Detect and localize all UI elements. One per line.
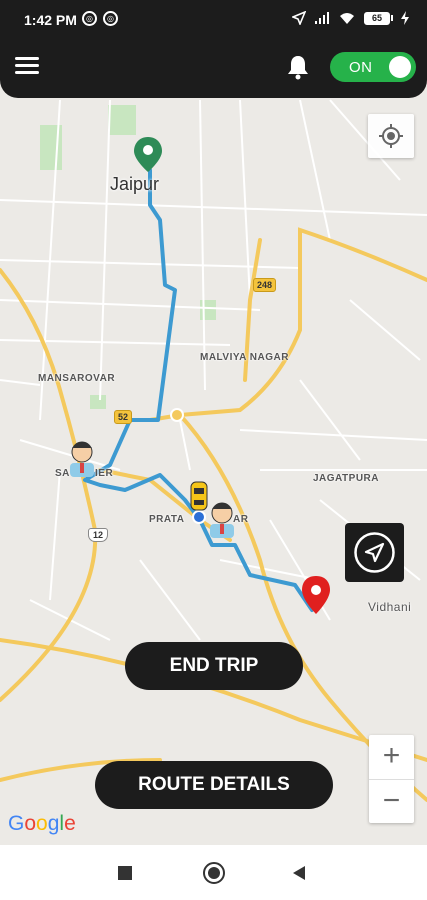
area-label: AR xyxy=(233,514,249,525)
location-arrow-icon xyxy=(292,11,306,25)
toggle-knob xyxy=(389,56,411,78)
road-shield: 12 xyxy=(88,528,109,542)
status-indicators: 65 xyxy=(292,11,409,25)
road-shield: 52 xyxy=(114,410,133,424)
battery-icon: 65 xyxy=(364,11,393,25)
road-shield: 248 xyxy=(253,278,277,292)
map-canvas xyxy=(0,0,427,845)
my-location-button[interactable] xyxy=(368,114,414,158)
navigate-button[interactable] xyxy=(345,523,404,582)
area-label: MALVIYA NAGAR xyxy=(200,352,289,363)
google-logo: Google xyxy=(8,812,76,835)
area-label: SA xyxy=(55,468,70,479)
recent-apps-button[interactable] xyxy=(118,866,132,880)
notification-icons: ◎ ◎ xyxy=(82,11,118,26)
system-nav-bar xyxy=(0,845,427,900)
zoom-out-button[interactable]: − xyxy=(369,779,414,823)
area-label: MANSAROVAR xyxy=(38,373,116,384)
end-trip-button[interactable]: END TRIP xyxy=(125,642,303,690)
area-label: IER xyxy=(95,468,114,479)
signal-icon xyxy=(315,12,329,24)
battery-level: 65 xyxy=(364,11,390,25)
app-header: 1:42 PM ◎ ◎ 65 ON xyxy=(0,0,427,98)
app-notification-icon: ◎ xyxy=(103,11,118,26)
app-bar: ON xyxy=(0,44,427,90)
online-toggle[interactable]: ON xyxy=(330,52,416,82)
app-notification-icon: ◎ xyxy=(82,11,97,26)
bell-icon[interactable] xyxy=(286,54,310,80)
menu-icon[interactable] xyxy=(15,57,39,75)
status-bar: 1:42 PM ◎ ◎ 65 xyxy=(0,0,427,40)
wifi-icon xyxy=(340,13,354,24)
map-view[interactable]: Jaipur MALVIYA NAGAR MANSAROVAR JAGATPUR… xyxy=(0,0,427,845)
place-label: Vidhani xyxy=(368,600,412,614)
toggle-label: ON xyxy=(349,59,373,76)
status-time: 1:42 PM xyxy=(24,12,77,28)
navigation-arrow-icon xyxy=(354,532,395,573)
home-button[interactable] xyxy=(203,862,225,884)
area-label: PRATA xyxy=(149,514,185,525)
my-location-icon xyxy=(379,124,403,148)
app-screen: Jaipur MALVIYA NAGAR MANSAROVAR JAGATPUR… xyxy=(0,0,427,900)
charging-icon xyxy=(401,11,409,25)
zoom-controls: + − xyxy=(369,735,414,823)
zoom-in-button[interactable]: + xyxy=(369,735,414,779)
taxi-icon xyxy=(190,481,208,511)
area-label: JAGATPURA xyxy=(313,473,379,484)
route-details-button[interactable]: ROUTE DETAILS xyxy=(95,761,333,809)
back-button[interactable] xyxy=(293,866,305,880)
city-label: Jaipur xyxy=(110,174,160,194)
